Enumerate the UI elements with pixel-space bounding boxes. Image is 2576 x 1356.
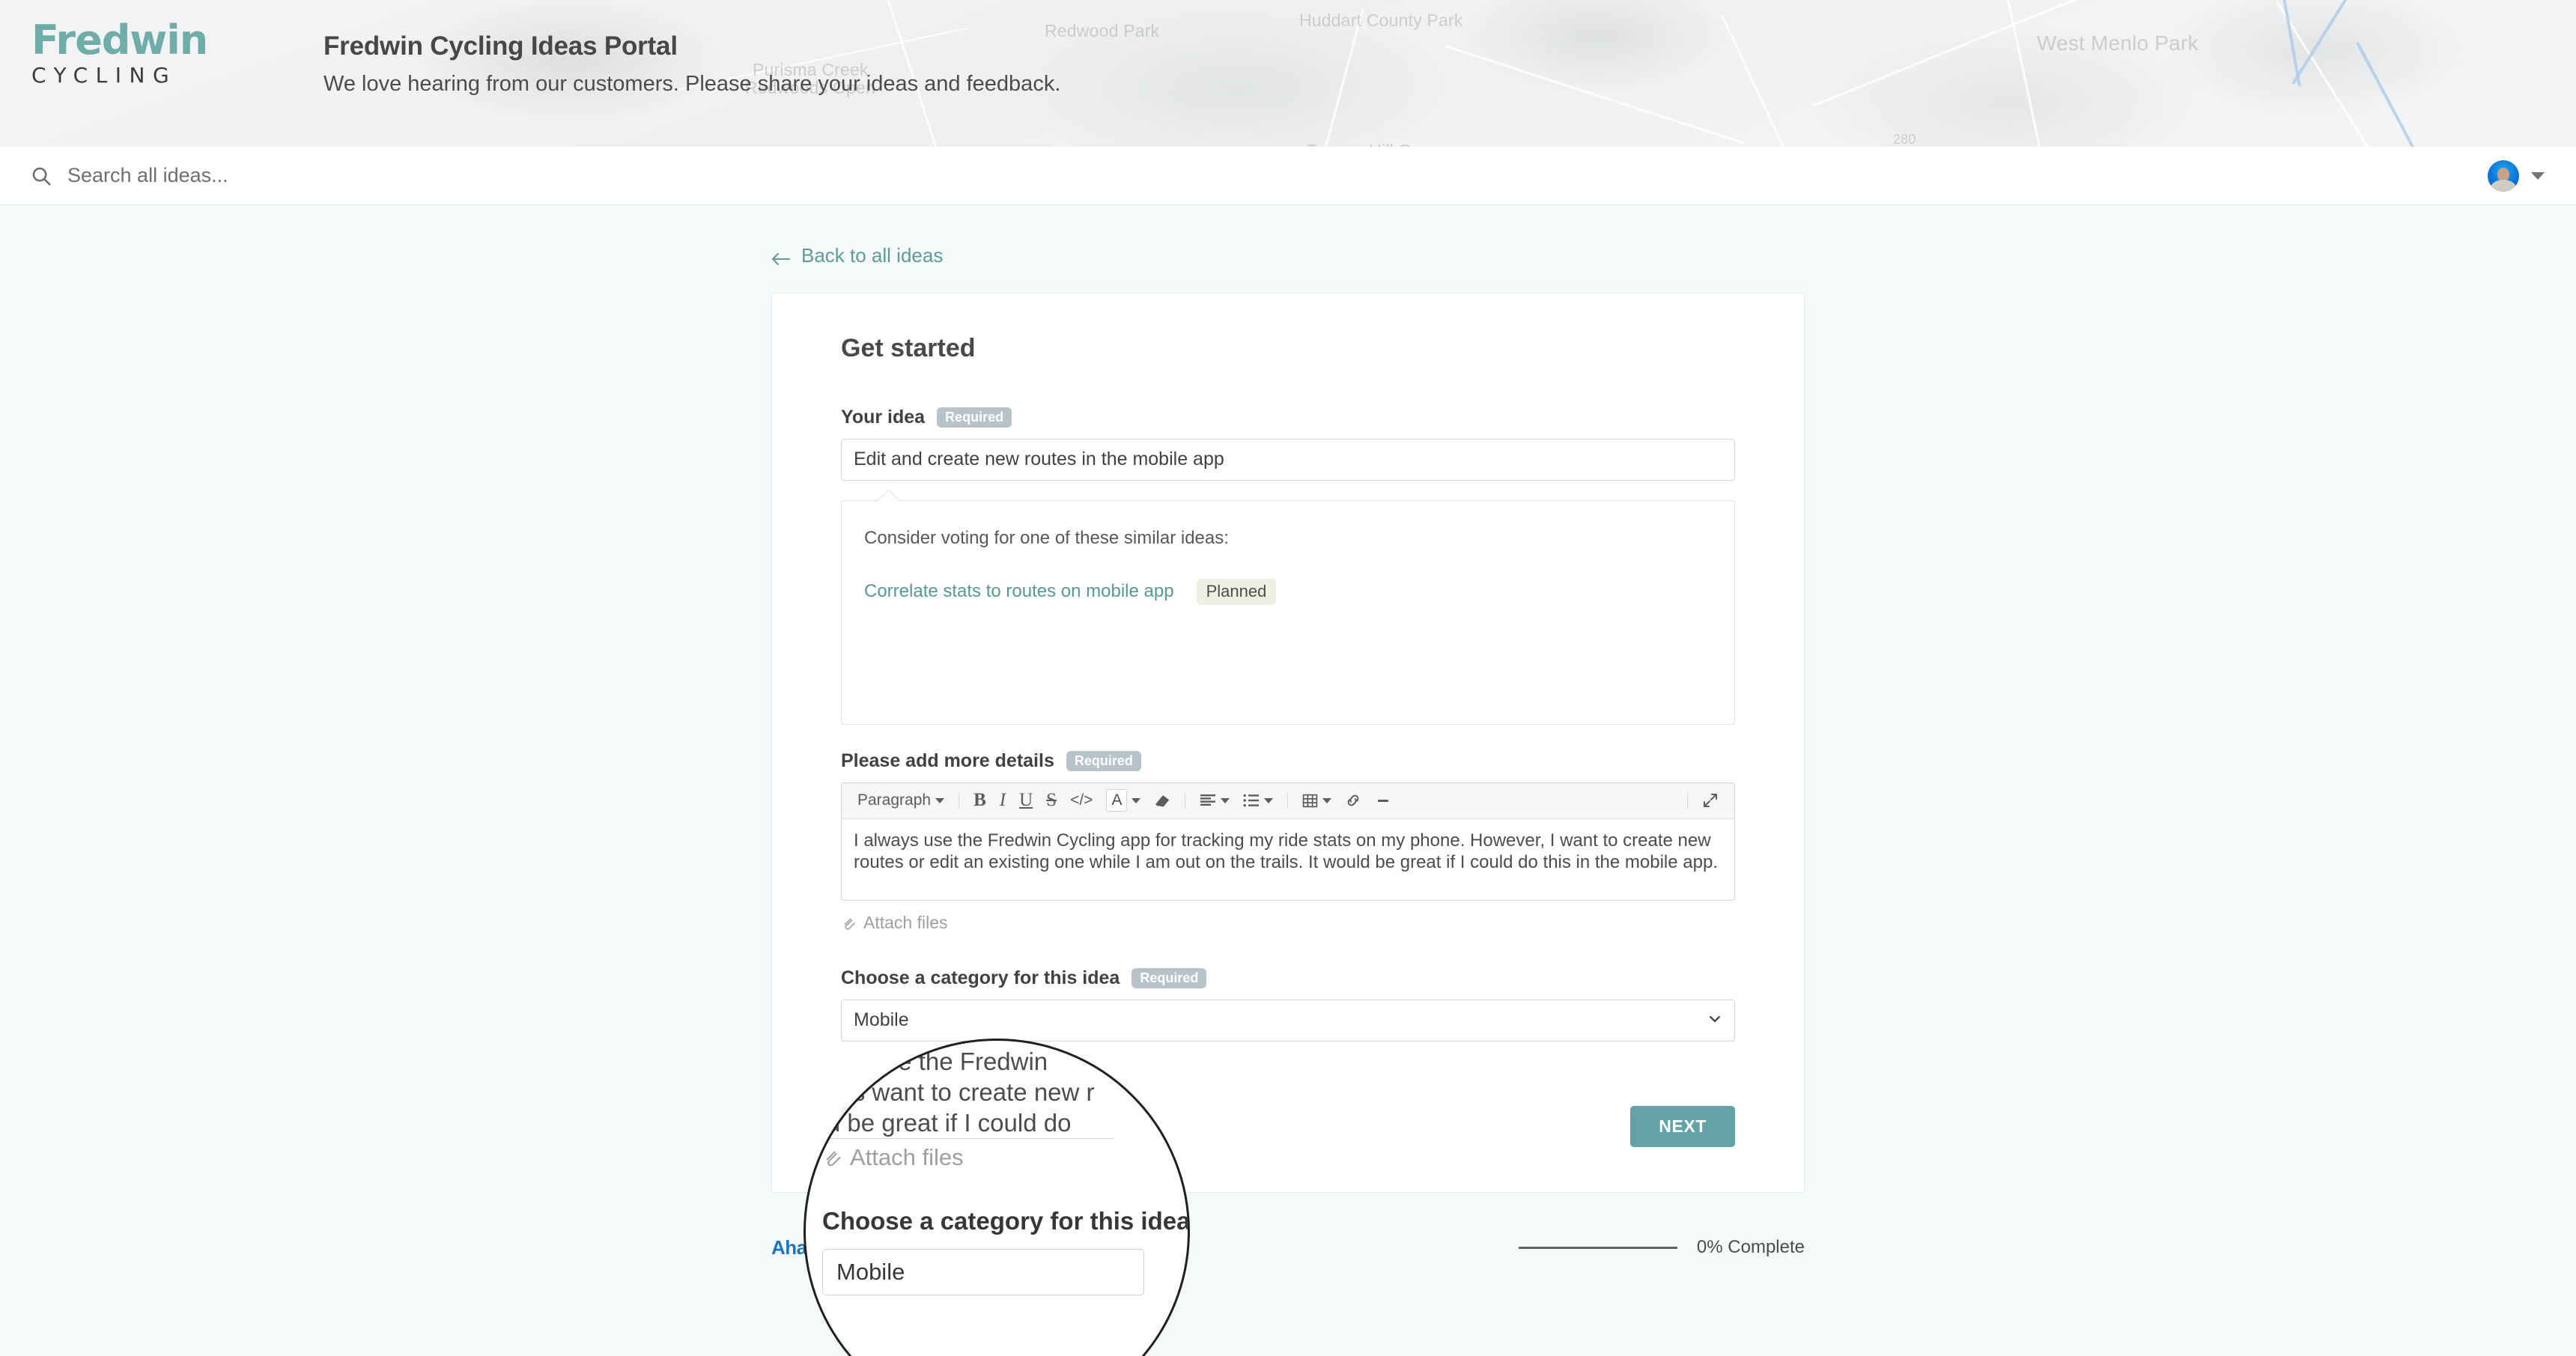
- details-textarea[interactable]: I always use the Fredwin Cycling app for…: [842, 819, 1734, 900]
- portal-banner: Redwood Park Huddart County Park Purisma…: [0, 0, 2576, 147]
- logo-wordmark: Fredwin: [31, 16, 208, 64]
- chevron-down-icon: [1264, 797, 1274, 803]
- paragraph-style-label: Paragraph: [857, 791, 932, 809]
- magnified-category-value: Mobile: [836, 1259, 905, 1285]
- similar-idea-row: Correlate stats to routes on mobile app …: [864, 578, 1712, 605]
- idea-title-input[interactable]: [841, 438, 1735, 481]
- search-bar: [0, 147, 2576, 205]
- back-to-all-ideas-label: Back to all ideas: [801, 244, 944, 267]
- bold-icon: B: [973, 790, 986, 810]
- form-title: Get started: [841, 333, 976, 362]
- avatar[interactable]: [2488, 159, 2519, 192]
- expand-icon: [1702, 792, 1719, 809]
- link-button[interactable]: [1338, 787, 1368, 814]
- back-to-all-ideas-link[interactable]: Back to all ideas: [771, 244, 943, 267]
- progress-label: 0% Complete: [1696, 1237, 1805, 1257]
- strikethrough-icon: S: [1046, 790, 1057, 810]
- privacy-policy-link[interactable]: Privacy policy: [838, 1237, 948, 1258]
- paragraph-style-dropdown[interactable]: Paragraph: [851, 787, 951, 814]
- status-badge: Planned: [1196, 578, 1277, 605]
- details-field-label: Please add more details: [841, 750, 1054, 771]
- text-color-button[interactable]: A: [1099, 787, 1147, 814]
- bold-button[interactable]: B: [967, 787, 993, 814]
- page-body: Back to all ideas Get started Your idea …: [0, 205, 2576, 1356]
- underline-button[interactable]: U: [1012, 787, 1039, 814]
- eraser-icon: [1154, 792, 1170, 809]
- chevron-down-icon: [935, 797, 945, 803]
- chevron-down-icon: [1322, 797, 1332, 803]
- page-footer: Aha! Privacy policy 0% Complete: [771, 1236, 1805, 1259]
- aha-logo[interactable]: Aha!: [771, 1236, 813, 1259]
- search-input[interactable]: [66, 163, 515, 188]
- similar-ideas-panel: Consider voting for one of these similar…: [841, 499, 1735, 725]
- arrow-left-icon: [771, 249, 791, 265]
- editor-toolbar: Paragraph B I U S </> A: [842, 782, 1734, 819]
- italic-icon: I: [999, 790, 1006, 810]
- back-button[interactable]: Back: [841, 1106, 931, 1146]
- chevron-down-icon: [1221, 797, 1230, 803]
- required-badge: Required: [1131, 967, 1207, 988]
- required-badge: Required: [1066, 750, 1141, 771]
- list-button[interactable]: [1236, 787, 1280, 814]
- attach-files-label: Attach files: [863, 912, 948, 932]
- chevron-down-icon[interactable]: [2531, 171, 2545, 180]
- align-left-icon: [1200, 794, 1216, 807]
- similar-ideas-heading: Consider voting for one of these similar…: [864, 527, 1229, 548]
- toolbar-divider: [1287, 792, 1289, 809]
- idea-field-label: Your idea: [841, 406, 926, 428]
- search-icon: [30, 165, 52, 187]
- table-button[interactable]: [1295, 787, 1338, 814]
- page-title: Fredwin Cycling Ideas Portal: [323, 31, 678, 61]
- link-icon: [1345, 792, 1361, 809]
- fullscreen-button[interactable]: [1695, 787, 1725, 814]
- code-button[interactable]: </>: [1063, 787, 1099, 814]
- italic-button[interactable]: I: [993, 787, 1012, 814]
- magnified-category-label: Choose a category for this idea: [822, 1207, 1190, 1235]
- attach-files-button[interactable]: Attach files: [841, 913, 1735, 933]
- details-field-group: Please add more details Required Paragra…: [841, 750, 1735, 933]
- progress-bar: [1518, 1246, 1677, 1249]
- required-badge: Required: [937, 407, 1012, 428]
- underline-icon: U: [1019, 790, 1033, 810]
- horizontal-rule-button[interactable]: [1368, 787, 1398, 814]
- category-select[interactable]: Mobile: [841, 999, 1735, 1042]
- form-actions: Back NEXT: [841, 1105, 1735, 1147]
- clear-format-button[interactable]: [1147, 787, 1177, 814]
- table-icon: [1302, 793, 1318, 809]
- category-field-label: Choose a category for this idea: [841, 967, 1120, 988]
- category-field-group: Choose a category for this idea Required…: [841, 967, 1735, 1042]
- category-selected-value: Mobile: [854, 1009, 909, 1030]
- fredwin-cycling-logo[interactable]: Fredwin CYCLING: [31, 19, 256, 89]
- align-button[interactable]: [1193, 787, 1236, 814]
- toolbar-divider: [1687, 792, 1688, 809]
- text-color-icon: A: [1106, 789, 1128, 812]
- page-subtitle: We love hearing from our customers. Plea…: [323, 72, 1061, 96]
- next-button[interactable]: NEXT: [1630, 1105, 1735, 1147]
- chevron-down-icon: [1131, 797, 1141, 803]
- bullet-list-icon: [1243, 794, 1260, 807]
- code-icon: </>: [1070, 791, 1093, 809]
- idea-form-card: Get started Your idea Required Consider …: [771, 292, 1805, 1193]
- rich-text-editor: Paragraph B I U S </> A I always use the…: [841, 782, 1735, 901]
- horizontal-rule-icon: [1375, 792, 1391, 809]
- details-text: I always use the Fredwin Cycling app for…: [854, 830, 1718, 872]
- footer-separator-dot: [822, 1244, 828, 1250]
- paperclip-icon: [841, 915, 856, 930]
- similar-idea-link[interactable]: Correlate stats to routes on mobile app: [864, 581, 1174, 602]
- logo-subtext: CYCLING: [31, 63, 177, 88]
- idea-field-group: Your idea Required: [841, 407, 1735, 481]
- strikethrough-button[interactable]: S: [1039, 787, 1063, 814]
